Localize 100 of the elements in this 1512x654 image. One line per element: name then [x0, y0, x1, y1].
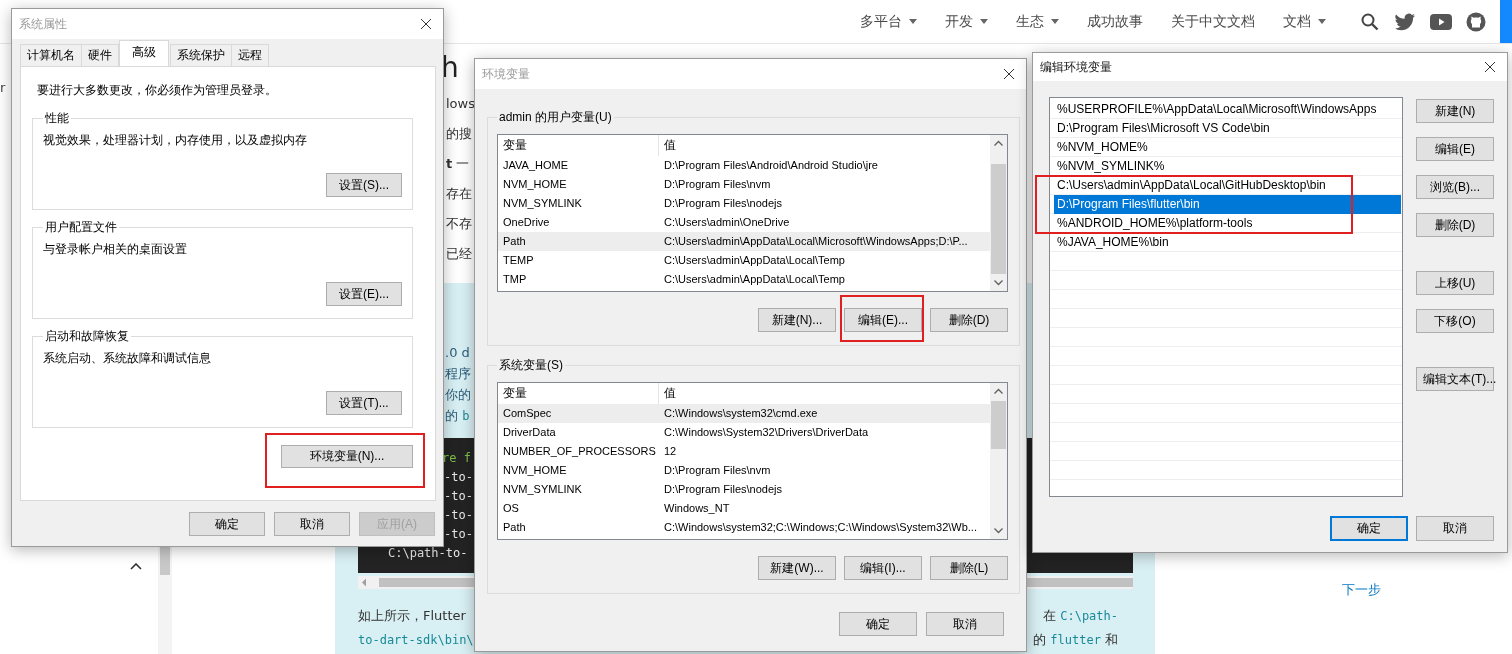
nav-link[interactable]: 关于中文文档	[1171, 12, 1255, 31]
table-row[interactable]: JAVA_HOME D:\Program Files\Android\Android Studio\jre	[498, 156, 990, 175]
column-header[interactable]: 变量	[498, 135, 659, 156]
cancel-button[interactable]: 取消	[926, 612, 1004, 636]
table-cell-text: Windows_NT	[663, 501, 730, 516]
table-cell-text: C:\Windows\system32\cmd.exe	[663, 406, 818, 421]
tab[interactable]: 硬件	[81, 44, 119, 66]
nav-link[interactable]: 开发	[945, 12, 988, 31]
tab[interactable]: 系统保护	[170, 44, 232, 66]
next-link[interactable]: 下一步	[1342, 582, 1381, 597]
code-line: re f	[442, 450, 471, 467]
list-item[interactable]: %JAVA_HOME%\bin	[1054, 233, 1401, 252]
edit-text-button[interactable]: 编辑文本(T)...	[1416, 367, 1494, 391]
new-button[interactable]: 新建(W)...	[758, 556, 836, 580]
table-cell-text: Path	[502, 520, 527, 535]
code-line: -to-	[444, 526, 473, 543]
list-item[interactable]: D:\Program Files\flutter\bin	[1054, 195, 1401, 214]
table-cell-text: C:\Windows\system32;C:\Windows;C:\Windows\System32\Wb...	[663, 520, 977, 535]
page-heading: h	[441, 53, 459, 83]
edit-button[interactable]: 编辑(I)...	[844, 556, 922, 580]
table-row[interactable]: NUMBER_OF_PROCESSORS 12	[498, 442, 990, 461]
code-line: -to-	[444, 507, 473, 524]
group-description: 视觉效果，处理器计划，内存使用，以及虚拟内存	[43, 132, 308, 148]
scrollbar-thumb[interactable]	[991, 164, 1006, 274]
notice-text: 要进行大多数更改，你必须作为管理员登录。	[37, 82, 278, 98]
scrollbar[interactable]	[990, 383, 1007, 539]
new-button[interactable]: 新建(N)...	[758, 308, 836, 332]
paragraph-text: 的 flutter 和	[1033, 631, 1118, 649]
close-icon	[421, 19, 431, 29]
paragraph-text: lows	[446, 95, 475, 113]
table-cell-text: OS	[502, 501, 520, 516]
list-item[interactable]: D:\Program Files\Microsoft VS Code\bin	[1054, 119, 1401, 138]
browse-button[interactable]: 浏览(B)...	[1416, 175, 1494, 199]
cat-icon[interactable]	[1466, 11, 1486, 32]
settings-button[interactable]: 设置(E)...	[326, 282, 402, 306]
edit-button[interactable]: 编辑(E)...	[844, 308, 922, 332]
table-row[interactable]: NVM_HOME D:\Program Files\nvm	[498, 175, 990, 194]
table-cell-text: C:\Users\admin\AppData\Local\Microsoft\WindowsApps;D:\P...	[663, 234, 968, 249]
table-row[interactable]: NVM_HOME D:\Program Files\nvm	[498, 461, 990, 480]
table-row[interactable]: TMP C:\Users\admin\AppData\Local\Temp	[498, 270, 990, 289]
cancel-button[interactable]: 取消	[274, 512, 350, 536]
bird-icon[interactable]	[1394, 11, 1416, 32]
table-cell-text: NVM_HOME	[502, 463, 568, 478]
tab[interactable]: 远程	[231, 44, 269, 66]
nav-link[interactable]: 成功故事	[1087, 12, 1143, 31]
table-row[interactable]: DriverData C:\Windows\System32\Drivers\DriverData	[498, 423, 990, 442]
ok-button[interactable]: 确定	[839, 612, 917, 636]
new-button[interactable]: 新建(N)	[1416, 99, 1494, 123]
settings-button[interactable]: 设置(T)...	[326, 391, 402, 415]
caret-up-icon[interactable]	[130, 562, 142, 570]
list-item[interactable]: %USERPROFILE%\AppData\Local\Microsoft\WindowsApps	[1054, 100, 1401, 119]
scrollbar[interactable]	[990, 135, 1007, 291]
group-title: 用户配置文件	[44, 219, 118, 235]
close-icon	[1485, 62, 1495, 72]
sidebar-item[interactable]: r	[0, 78, 6, 98]
table-row[interactable]: NVM_SYMLINK D:\Program Files\nodejs	[498, 194, 990, 213]
nav-link[interactable]: 文档	[1283, 12, 1326, 31]
nav-link[interactable]: 多平台	[860, 12, 917, 31]
paragraph-text: 已经	[446, 245, 472, 263]
code-line: C:\path-to-	[388, 545, 468, 562]
paragraph-text: 不存	[446, 215, 472, 233]
scrollbar-thumb[interactable]	[160, 547, 170, 575]
ok-button[interactable]: 确定	[1330, 516, 1408, 541]
table-row[interactable]: OS Windows_NT	[498, 499, 990, 518]
delete-button[interactable]: 删除(L)	[930, 556, 1008, 580]
delete-button[interactable]: 删除(D)	[1416, 213, 1494, 237]
list-item[interactable]: %ANDROID_HOME%\platform-tools	[1054, 214, 1401, 233]
tab[interactable]: 高级	[119, 40, 169, 66]
tab[interactable]: 计算机名	[20, 44, 82, 66]
settings-button[interactable]: 设置(S)...	[326, 173, 402, 197]
play-icon[interactable]	[1430, 13, 1452, 30]
delete-button[interactable]: 删除(D)	[930, 308, 1008, 332]
scrollbar-thumb[interactable]	[991, 401, 1006, 449]
table-row[interactable]: NVM_SYMLINK D:\Program Files\nodejs	[498, 480, 990, 499]
table-row[interactable]: TEMP C:\Users\admin\AppData\Local\Temp	[498, 251, 990, 270]
list-item[interactable]: C:\Users\admin\AppData\Local\GitHubDesktop\bin	[1054, 176, 1401, 195]
column-header[interactable]: 值	[659, 135, 676, 156]
column-header[interactable]: 值	[659, 383, 676, 404]
group-title: 启动和故障恢复	[44, 328, 130, 344]
move-up-button[interactable]: 上移(U)	[1416, 271, 1494, 295]
cancel-button[interactable]: 取消	[1416, 516, 1494, 541]
window-title: 编辑环境变量	[1039, 58, 1112, 76]
table-row[interactable]: Path C:\Users\admin\AppData\Local\Microsoft\WindowsApps;D:\P...	[498, 232, 990, 251]
list-item[interactable]: %NVM_HOME%	[1054, 138, 1401, 157]
table-row[interactable]: OneDrive C:\Users\admin\OneDrive	[498, 213, 990, 232]
search-icon[interactable]	[1360, 11, 1380, 32]
table-row[interactable]: ComSpec C:\Windows\system32\cmd.exe	[498, 404, 990, 423]
group-title: 性能	[44, 110, 70, 126]
table-cell-text: NUMBER_OF_PROCESSORS	[502, 444, 657, 459]
code-line: -to-	[444, 488, 473, 505]
environment-variables-button[interactable]: 环境变量(N)...	[281, 445, 413, 468]
paragraph-text: 在 C:\path-	[1043, 607, 1118, 625]
table-row[interactable]: Path C:\Windows\system32;C:\Windows;C:\Windows\System32\Wb...	[498, 518, 990, 537]
nav-link[interactable]: 生态	[1016, 12, 1059, 31]
edit-button[interactable]: 编辑(E)	[1416, 137, 1494, 161]
move-down-button[interactable]: 下移(O)	[1416, 309, 1494, 333]
table-cell-text: ComSpec	[502, 406, 553, 421]
list-item[interactable]: %NVM_SYMLINK%	[1054, 157, 1401, 176]
ok-button[interactable]: 确定	[189, 512, 265, 536]
group-title: admin 的用户变量(U)	[498, 109, 613, 125]
